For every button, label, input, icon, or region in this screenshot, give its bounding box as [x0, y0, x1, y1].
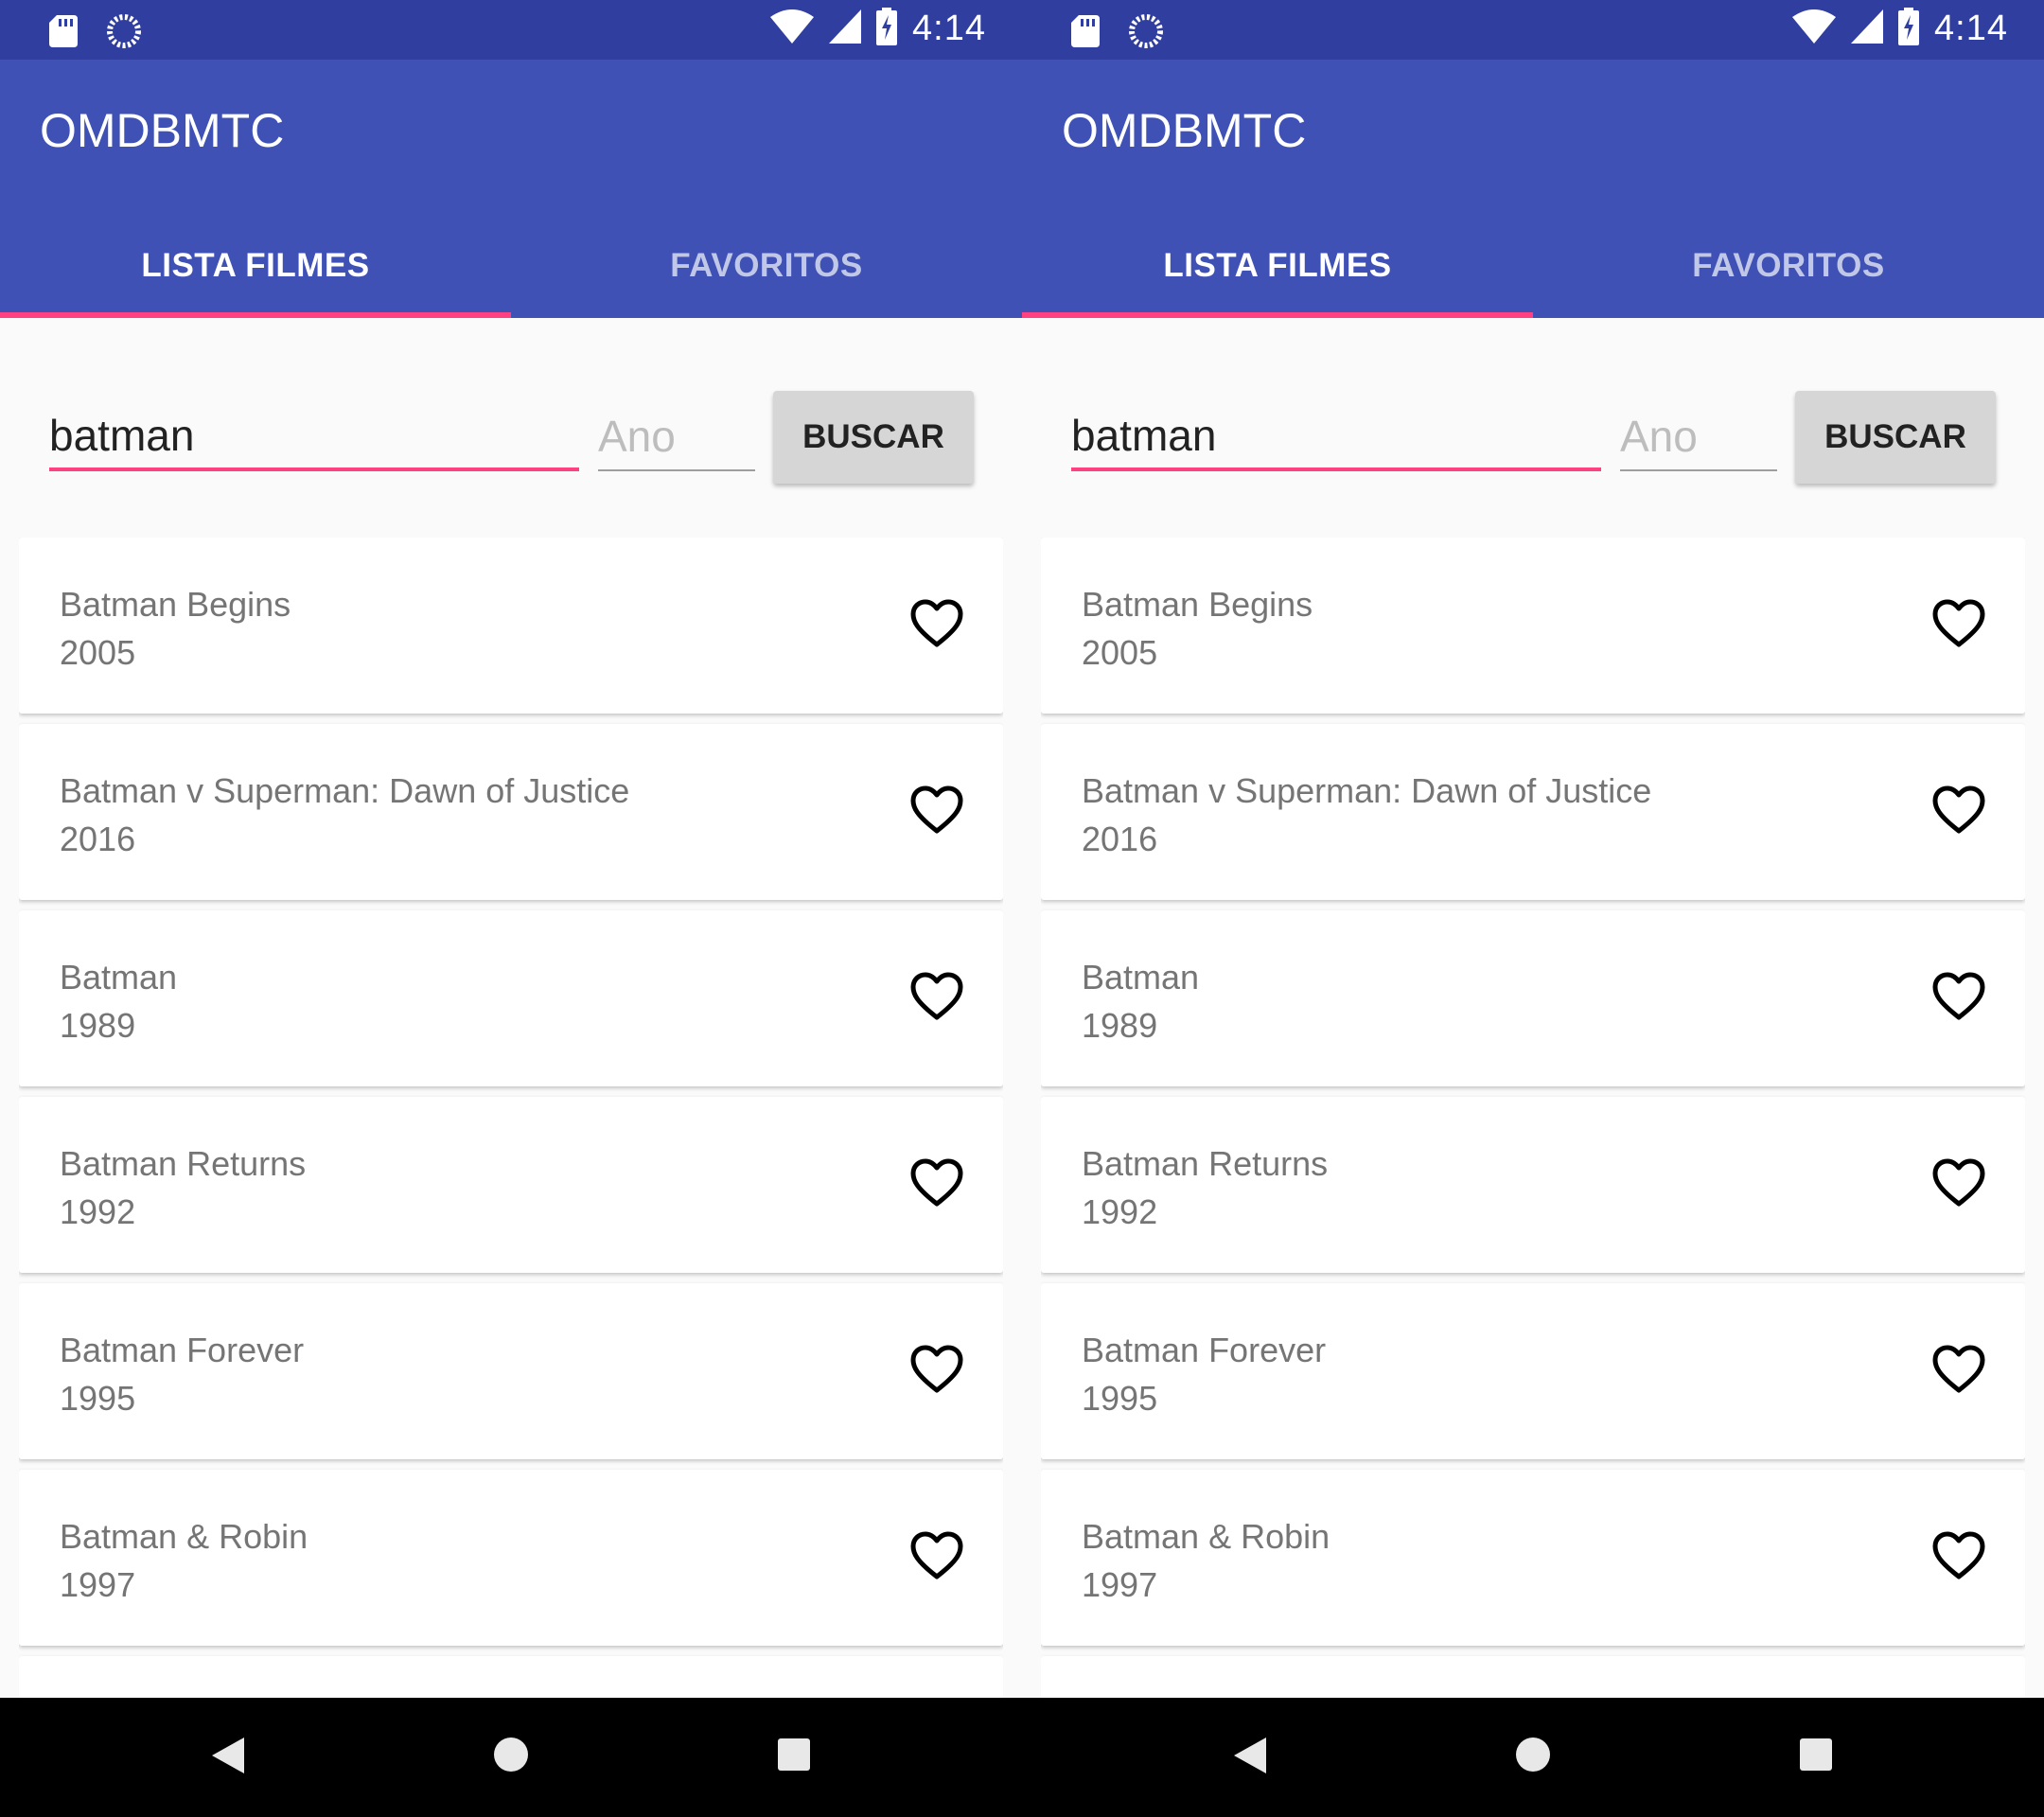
movie-year: 1997 [1082, 1565, 1158, 1604]
list-item[interactable]: Batman v Superman: Dawn of Justice 2016 [1041, 724, 2025, 900]
sd-card-icon [49, 15, 78, 52]
movie-title: Batman Forever [60, 1331, 305, 1369]
favorite-heart-icon[interactable] [908, 1155, 965, 1212]
wifi-icon [770, 9, 815, 48]
status-clock: 4:14 [912, 9, 986, 48]
movie-title: Batman Forever [1082, 1331, 1327, 1369]
phone-screen-right: 4:14 OMDBMTC LISTA FILMES FAVORITOS BUSC… [1022, 0, 2044, 1817]
sd-card-icon [1071, 15, 1100, 52]
movie-title: Batman & Robin [60, 1517, 308, 1556]
movie-title: Batman v Superman: Dawn of Justice [1082, 771, 1652, 810]
movie-title: Batman [60, 958, 178, 997]
phone-screen-left: 4:14 OMDBMTC LISTA FILMES FAVORITOS BUSC… [0, 0, 1022, 1817]
list-item[interactable]: Batman Returns 1992 [19, 1097, 1003, 1273]
list-item[interactable]: Batman 1989 [1041, 910, 2025, 1086]
movie-year: 1989 [60, 1006, 136, 1045]
movie-title: Batman Begins [60, 585, 291, 624]
app-bar: OMDBMTC LISTA FILMES FAVORITOS [1022, 60, 2044, 318]
list-item[interactable]: Batman Begins 2005 [1041, 538, 2025, 714]
tab-favoritos[interactable]: FAVORITOS [511, 214, 1022, 318]
favorite-heart-icon[interactable] [1930, 1155, 1987, 1212]
favorite-heart-icon[interactable] [908, 1342, 965, 1399]
favorite-heart-icon[interactable] [1930, 1342, 1987, 1399]
movie-title: Batman [1082, 958, 1200, 997]
screenshot-pair: 4:14 OMDBMTC LISTA FILMES FAVORITOS BUSC… [0, 0, 2044, 1817]
movie-list: Batman Begins 2005 Batman v Superman: Da… [19, 538, 1003, 1698]
movie-title: Batman v Superman: Dawn of Justice [60, 771, 630, 810]
list-item[interactable]: Batman Returns 1992 [1041, 1097, 2025, 1273]
navigation-bar [1022, 1698, 2044, 1817]
app-bar: OMDBMTC LISTA FILMES FAVORITOS [0, 60, 1022, 318]
list-item[interactable]: Batman Forever 1995 [19, 1283, 1003, 1459]
navigation-bar [0, 1698, 1022, 1817]
movie-year: 1992 [1082, 1192, 1158, 1231]
list-item[interactable]: Batman Forever 1995 [1041, 1283, 2025, 1459]
wifi-icon [1792, 9, 1837, 48]
movie-title: Batman Returns [1082, 1144, 1329, 1183]
cell-signal-icon [1851, 9, 1884, 48]
list-item[interactable]: Batman 1989 [19, 910, 1003, 1086]
movie-year: 1997 [60, 1565, 136, 1604]
sync-icon [1128, 13, 1164, 54]
movie-year: 2016 [60, 820, 136, 858]
home-icon[interactable] [494, 1738, 528, 1772]
favorite-heart-icon[interactable] [908, 1528, 965, 1585]
tab-bar: LISTA FILMES FAVORITOS [1022, 214, 2044, 318]
app-title: OMDBMTC [1062, 104, 1307, 157]
list-item[interactable]: Batman v Superman: Dawn of Justice 2016 [19, 724, 1003, 900]
favorite-heart-icon[interactable] [1930, 596, 1987, 653]
tab-lista-filmes[interactable]: LISTA FILMES [0, 214, 511, 318]
movie-title: Batman & Robin [1082, 1517, 1330, 1556]
cell-signal-icon [829, 9, 862, 48]
status-bar: 4:14 [1022, 0, 2044, 60]
year-field[interactable] [598, 403, 755, 471]
movie-year: 1995 [60, 1379, 136, 1418]
search-row: BUSCAR [1022, 318, 2044, 507]
search-input[interactable] [1071, 403, 1601, 471]
favorite-heart-icon[interactable] [908, 596, 965, 653]
tab-lista-filmes[interactable]: LISTA FILMES [1022, 214, 1533, 318]
favorite-heart-icon[interactable] [908, 969, 965, 1026]
search-input[interactable] [49, 403, 579, 471]
favorite-heart-icon[interactable] [1930, 783, 1987, 839]
recents-icon[interactable] [778, 1738, 810, 1771]
app-title: OMDBMTC [40, 104, 285, 157]
sync-icon [106, 13, 142, 54]
favorite-heart-icon[interactable] [1930, 969, 1987, 1026]
battery-charging-icon [876, 8, 898, 50]
tab-bar: LISTA FILMES FAVORITOS [0, 214, 1022, 318]
movie-year: 1992 [60, 1192, 136, 1231]
movie-year: 1995 [1082, 1379, 1158, 1418]
favorite-heart-icon[interactable] [1930, 1528, 1987, 1585]
movie-year: 2005 [60, 633, 136, 672]
search-button[interactable]: BUSCAR [1795, 391, 1996, 484]
battery-charging-icon [1898, 8, 1920, 50]
list-item[interactable]: Batman & Robin 1997 [1041, 1470, 2025, 1646]
list-item[interactable]: Batman Begins 2005 [19, 538, 1003, 714]
list-item[interactable]: Batman & Robin 1997 [19, 1470, 1003, 1646]
status-clock: 4:14 [1934, 9, 2008, 48]
recents-icon[interactable] [1800, 1738, 1832, 1771]
list-item-partial[interactable] [19, 1656, 1003, 1698]
movie-year: 2016 [1082, 820, 1158, 858]
search-row: BUSCAR [0, 318, 1022, 507]
year-field[interactable] [1620, 403, 1777, 471]
home-icon[interactable] [1516, 1738, 1550, 1772]
movie-year: 1989 [1082, 1006, 1158, 1045]
list-item-partial[interactable] [1041, 1656, 2025, 1698]
favorite-heart-icon[interactable] [908, 783, 965, 839]
movie-title: Batman Returns [60, 1144, 307, 1183]
tab-favoritos[interactable]: FAVORITOS [1533, 214, 2044, 318]
back-icon[interactable] [212, 1738, 244, 1778]
movie-title: Batman Begins [1082, 585, 1313, 624]
search-button[interactable]: BUSCAR [773, 391, 974, 484]
movie-list: Batman Begins 2005 Batman v Superman: Da… [1041, 538, 2025, 1698]
status-bar: 4:14 [0, 0, 1022, 60]
movie-year: 2005 [1082, 633, 1158, 672]
back-icon[interactable] [1234, 1738, 1266, 1778]
